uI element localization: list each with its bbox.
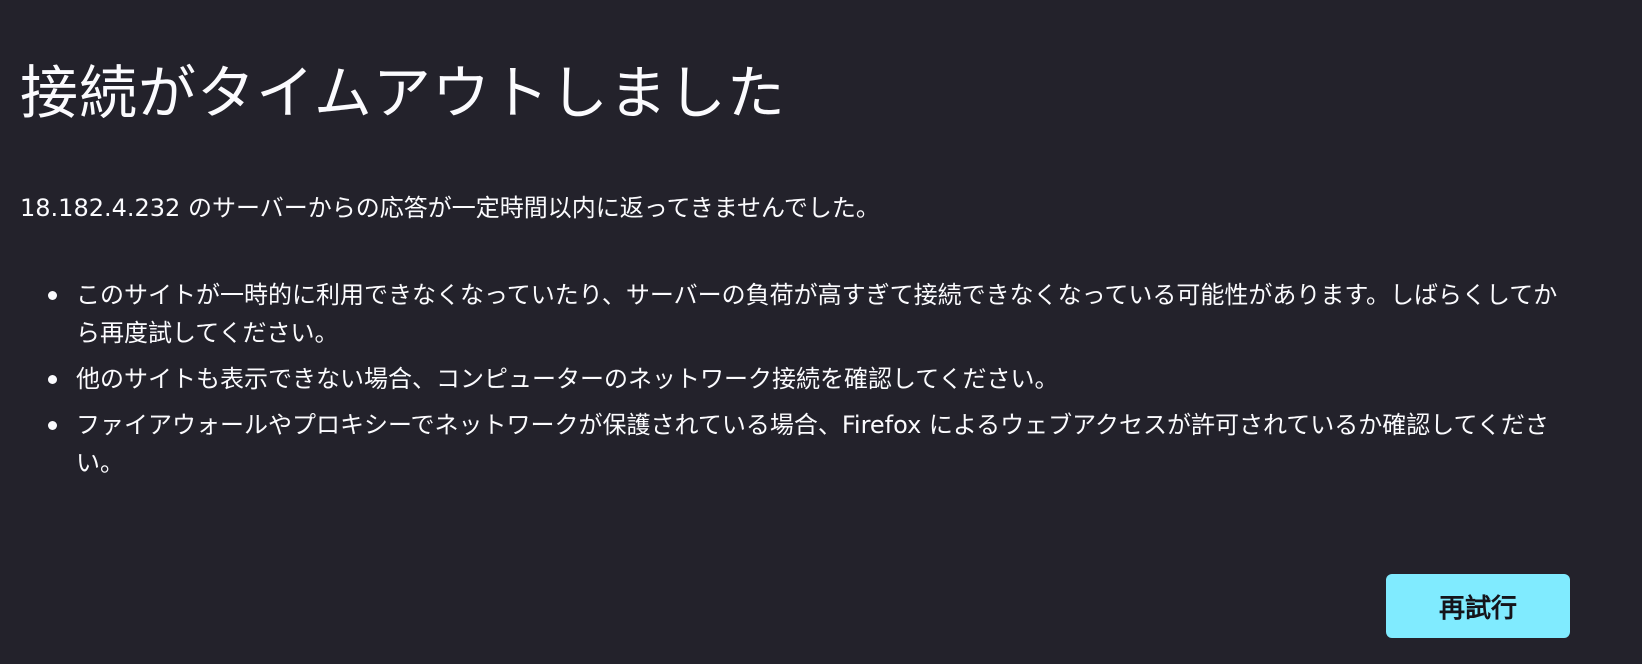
tip-text: このサイトが一時的に利用できなくなっていたり、サーバーの負荷が高すぎて接続できな…: [76, 281, 1558, 347]
bullet-icon: [48, 421, 57, 430]
tips-list: このサイトが一時的に利用できなくなっていたり、サーバーの負荷が高すぎて接続できな…: [20, 276, 1636, 490]
bullet-icon: [48, 291, 57, 300]
list-item: このサイトが一時的に利用できなくなっていたり、サーバーの負荷が高すぎて接続できな…: [48, 276, 1566, 352]
error-page: 接続がタイムアウトしました 18.182.4.232 のサーバーからの応答が一定…: [20, 48, 1580, 477]
retry-button[interactable]: 再試行: [1386, 574, 1570, 638]
list-item: 他のサイトも表示できない場合、コンピューターのネットワーク接続を確認してください…: [48, 360, 1566, 398]
tip-text: ファイアウォールやプロキシーでネットワークが保護されている場合、Firefox …: [76, 411, 1549, 477]
list-item: ファイアウォールやプロキシーでネットワークが保護されている場合、Firefox …: [48, 406, 1566, 482]
tip-text: 他のサイトも表示できない場合、コンピューターのネットワーク接続を確認してください…: [76, 365, 1059, 393]
bullet-icon: [48, 375, 57, 384]
page-title: 接続がタイムアウトしました: [20, 59, 786, 127]
error-description: 18.182.4.232 のサーバーからの応答が一定時間以内に返ってきませんでし…: [20, 194, 880, 222]
